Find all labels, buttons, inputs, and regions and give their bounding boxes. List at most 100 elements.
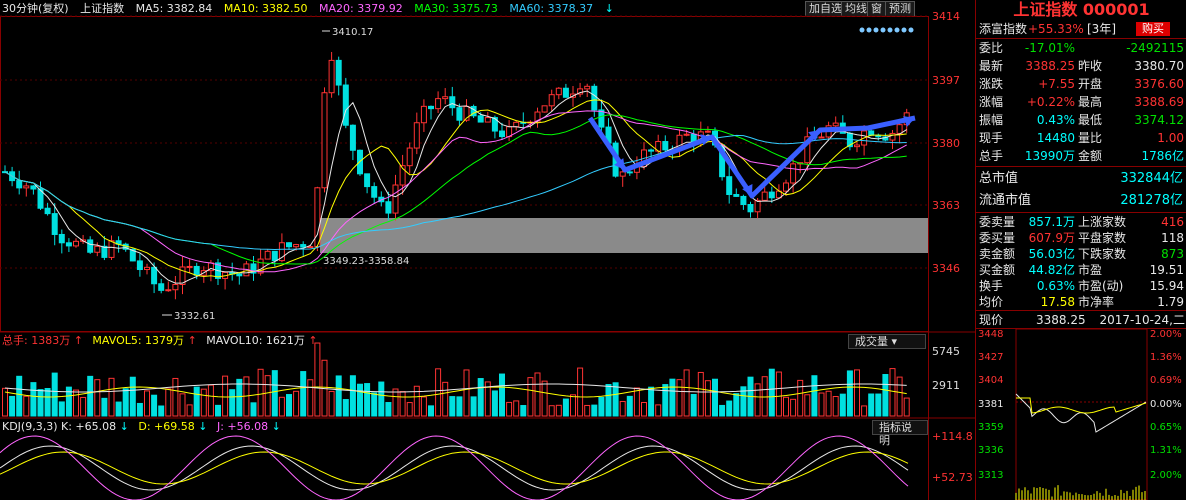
volume-legend-bar: 总手: 1383万 ↑ MAVOL5: 1379万 ↑ MAVOL10: 162… xyxy=(2,334,318,348)
candle-body xyxy=(158,283,165,291)
volume-bar xyxy=(861,405,868,417)
mini-percent-axis: 2.00% 1.36% 0.69% 0.00% 0.65% 1.31% 2.00% xyxy=(1150,329,1182,481)
volume-bar xyxy=(129,376,136,417)
candle-body xyxy=(555,87,562,96)
row-value: +7.55 xyxy=(1038,77,1075,91)
float-mv-value: 281278亿 xyxy=(1120,193,1183,208)
kdj-tick: +52.73 xyxy=(932,471,973,484)
row-label: 最高 xyxy=(1078,95,1103,109)
fund-promo-row[interactable]: 添富指数 +55.33% [3年] 购买 xyxy=(976,21,1186,37)
volume-bar xyxy=(641,401,647,417)
low-annotation: 3332.61 xyxy=(174,311,215,322)
volume-bar xyxy=(179,393,186,417)
volume-bar xyxy=(875,393,882,417)
candle-body xyxy=(94,245,101,253)
candle-body xyxy=(619,171,626,177)
buy-button[interactable]: 购买 xyxy=(1136,22,1170,36)
volume-bar xyxy=(513,400,520,417)
divider xyxy=(976,212,1186,213)
candle-body xyxy=(499,130,505,138)
volume-bar xyxy=(463,369,470,417)
row-label: 卖金额 xyxy=(979,247,1016,261)
mini-percent-tick: 2.00% xyxy=(1150,470,1182,481)
volume-bar xyxy=(726,400,733,417)
toolbar-dots-icon[interactable] xyxy=(859,27,914,33)
volume-bar xyxy=(51,372,58,417)
row-value: 416 xyxy=(1161,215,1184,229)
kdj-legend-bar: KDJ(9,3,3) K: +65.08 ↓ D: +69.58 ↓ J: +5… xyxy=(2,420,281,434)
candle-body xyxy=(868,130,875,136)
volume-indicator-button[interactable]: 成交量 ▾ xyxy=(848,334,926,349)
row-value: 1.00 xyxy=(1157,131,1184,145)
candle-body xyxy=(513,121,520,128)
volume-bar xyxy=(442,381,449,417)
volume-tick: 5745 xyxy=(932,345,960,358)
volume-bar xyxy=(94,379,101,417)
candle-body xyxy=(591,85,598,111)
candle-body xyxy=(896,124,903,134)
volume-bar xyxy=(335,375,342,417)
candle-body xyxy=(740,195,747,206)
volume-bar xyxy=(349,375,356,417)
volume-bar xyxy=(655,404,662,417)
volume-indicator-label: 成交量 xyxy=(855,335,888,348)
candle-body xyxy=(768,191,775,199)
candle-body xyxy=(385,201,392,214)
volume-bar xyxy=(527,377,534,417)
candle-body xyxy=(271,250,278,262)
row-value: 3388.69 xyxy=(1134,95,1184,109)
trend-arrows xyxy=(587,115,916,199)
volume-bar xyxy=(449,396,456,417)
price-axis: 3414 3397 3380 3363 3346 xyxy=(932,10,960,275)
volume-bar xyxy=(286,394,292,417)
volume-bar xyxy=(101,397,108,417)
total-mv-label: 总市值 xyxy=(979,171,1019,186)
candle-body xyxy=(236,273,243,277)
candle-body xyxy=(193,265,200,276)
candle-body xyxy=(58,233,65,244)
row-label: 买金额 xyxy=(979,263,1016,277)
row-label: 换手 xyxy=(979,279,1004,293)
candle-body xyxy=(65,242,72,247)
volume-bar xyxy=(761,376,768,417)
volume-bar xyxy=(470,396,477,417)
volume-bar xyxy=(633,387,640,417)
total-mv-value: 332844亿 xyxy=(1120,171,1183,186)
volume-bar xyxy=(222,375,229,417)
volume-bar xyxy=(328,390,335,417)
candle-body xyxy=(73,240,79,247)
volume-bar xyxy=(903,397,910,417)
volume-bar xyxy=(712,378,718,417)
row-value: 857.1万 xyxy=(1028,215,1075,229)
divider xyxy=(976,166,1186,167)
row-value: -2492115 xyxy=(1126,41,1184,55)
candle-body xyxy=(477,115,484,123)
kline-chart-panel[interactable]: 30分钟(复权) 上证指数 MA5: 3382.84 MA10: 3382.50… xyxy=(0,0,975,500)
candle-body xyxy=(662,141,669,151)
mini-percent-tick: 2.00% xyxy=(1150,329,1182,340)
volume-bar xyxy=(783,396,789,417)
volume-bar xyxy=(598,396,605,417)
candle-body xyxy=(541,105,548,113)
candle-body xyxy=(598,109,605,128)
volume-bar xyxy=(555,404,562,417)
row-label: 开盘 xyxy=(1078,77,1103,91)
quote-row: 振幅 0.43% 最低 3374.12 xyxy=(976,112,1186,128)
row-value: 607.9万 xyxy=(1028,231,1075,245)
volume-bar xyxy=(619,400,626,417)
volume-bar xyxy=(499,373,505,417)
volume-bar xyxy=(87,375,94,417)
volume-bar xyxy=(697,371,704,417)
mini-price-tick: 3381 xyxy=(978,399,1003,410)
candle-body xyxy=(335,59,342,86)
candle-body xyxy=(747,204,754,213)
row-label: 委买量 xyxy=(979,231,1016,245)
intraday-mini-chart[interactable]: 3448 3427 3404 3381 3359 3336 3313 2.00% 1.36% 0… xyxy=(976,329,1186,500)
candle-body xyxy=(761,191,768,201)
price-frame xyxy=(0,16,929,332)
kdj-d-value: D: +69.58 xyxy=(138,420,195,433)
indicator-help-button[interactable]: 指标说明 xyxy=(872,420,928,447)
volume-bar xyxy=(804,394,811,417)
volume-bar xyxy=(9,395,16,417)
volume-bar xyxy=(385,402,392,417)
